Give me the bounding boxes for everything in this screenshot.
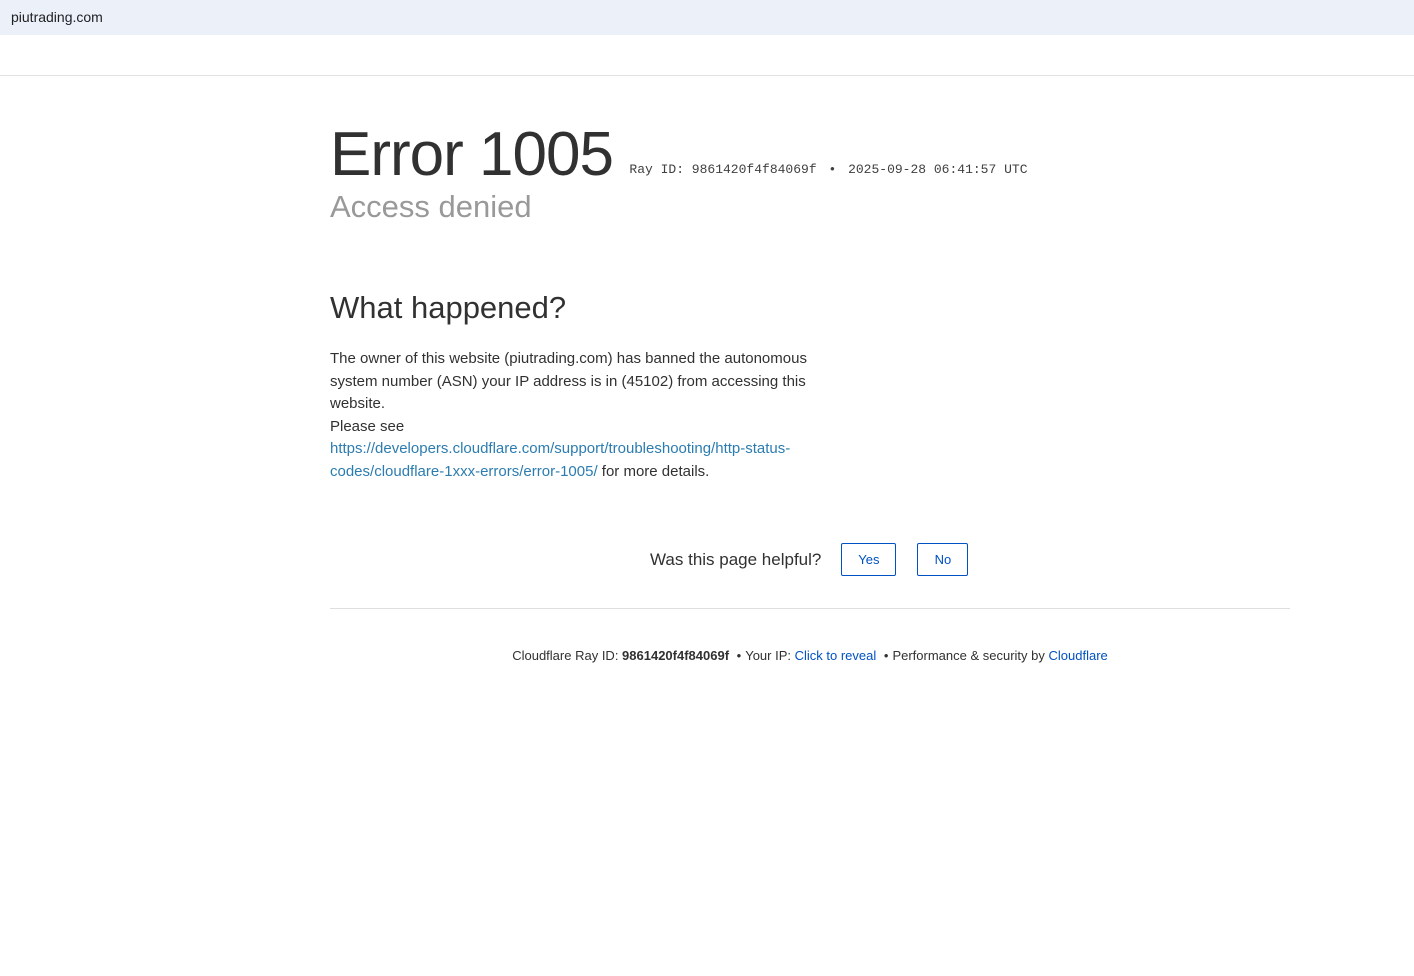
footer-divider — [330, 608, 1290, 609]
ban-explanation: The owner of this website (piutrading.co… — [330, 350, 807, 412]
footer-perf-text: Performance & security by — [892, 648, 1049, 663]
feedback-row: Was this page helpful? Yes No — [650, 543, 969, 576]
footer-separator-2: • — [883, 648, 889, 663]
reveal-ip-link[interactable]: Click to reveal — [795, 648, 877, 663]
please-see-text: Please see — [330, 417, 405, 435]
address-bar[interactable]: piutrading.com — [0, 0, 1414, 35]
no-button[interactable]: No — [917, 543, 969, 576]
ray-id-label: Ray ID: 9861420f4f84069f — [629, 162, 817, 177]
what-happened-section: What happened? The owner of this website… — [330, 288, 810, 483]
address-text[interactable]: piutrading.com — [11, 9, 103, 25]
what-happened-body: The owner of this website (piutrading.co… — [330, 348, 810, 483]
feedback-question: Was this page helpful? — [650, 549, 822, 569]
cloudflare-link[interactable]: Cloudflare — [1049, 648, 1108, 663]
error-title-line: Error 1005 Ray ID: 9861420f4f84069f • 20… — [330, 115, 1290, 195]
ray-meta: Ray ID: 9861420f4f84069f • 2025-09-28 06… — [629, 162, 1027, 177]
footer-ip-label: Your IP: — [745, 648, 795, 663]
error-timestamp: 2025-09-28 06:41:57 UTC — [848, 162, 1028, 177]
footer-ray-id: 9861420f4f84069f — [622, 648, 730, 663]
footer-ray-prefix: Cloudflare Ray ID: — [512, 648, 623, 663]
error-header: Error 1005 Ray ID: 9861420f4f84069f • 20… — [330, 115, 1290, 225]
more-details-text: for more details. — [597, 462, 710, 480]
yes-button[interactable]: Yes — [841, 543, 897, 576]
header-divider — [0, 75, 1414, 76]
what-happened-heading: What happened? — [330, 290, 567, 325]
docs-link[interactable]: https://developers.cloudflare.com/suppor… — [330, 440, 790, 480]
footer-separator: • — [736, 648, 742, 663]
error-title: Error 1005 — [330, 120, 614, 189]
footer: Cloudflare Ray ID: 9861420f4f84069f • You… — [330, 648, 1290, 663]
ray-separator: • — [828, 162, 837, 177]
